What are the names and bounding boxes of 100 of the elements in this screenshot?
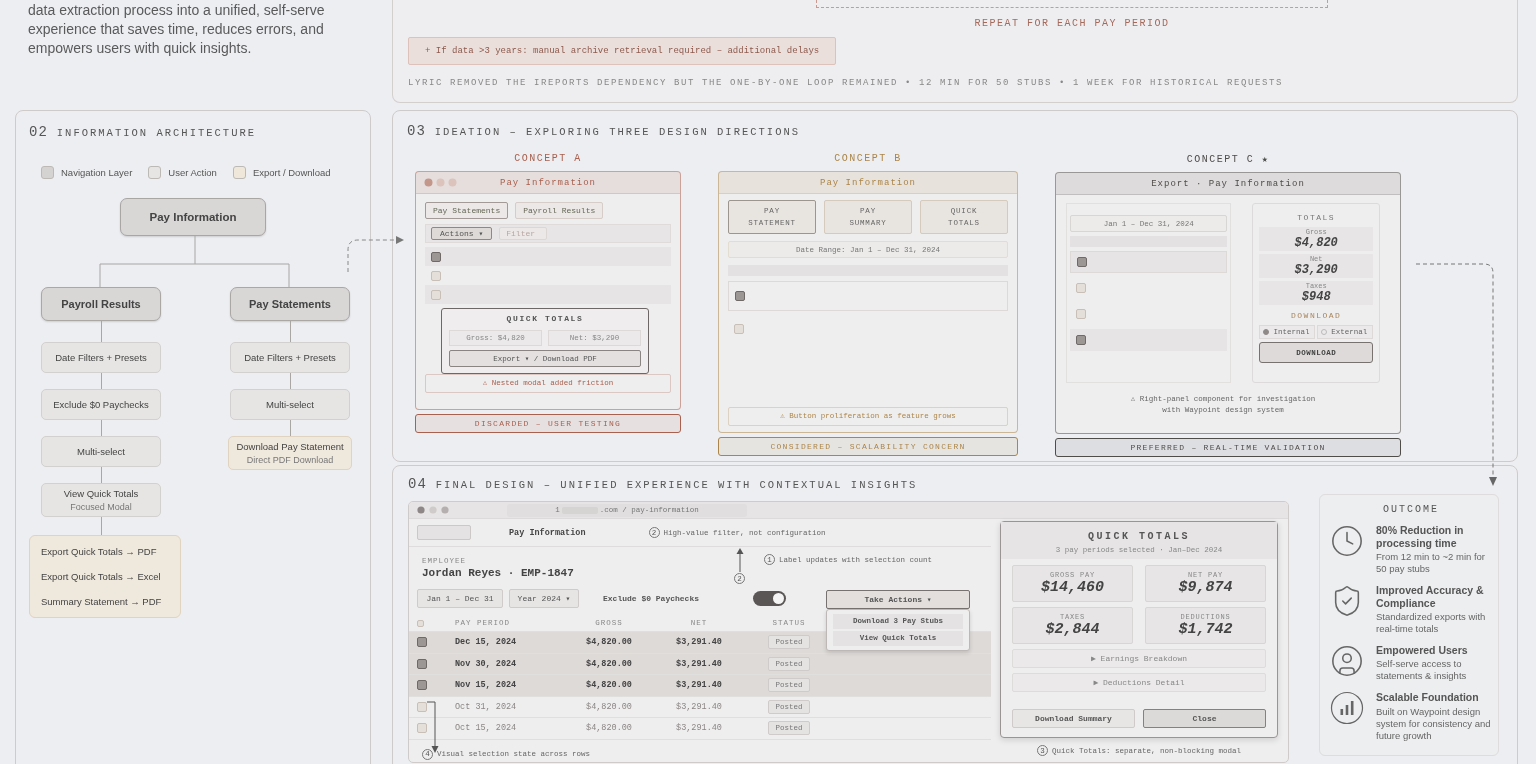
root-node: Pay Information [120,198,266,236]
export-option: Summary Statement → PDF [41,596,169,607]
node-label: Exclude $0 Paychecks [53,399,149,410]
toggle-switch[interactable] [753,590,786,606]
window-title: Pay Information [820,177,916,188]
outcome-title: OUTCOME [1382,504,1440,515]
expandable-section[interactable]: ▶ Earnings Breakdown [1012,649,1266,668]
checkbox[interactable] [431,289,441,300]
concept-status: DISCARDED – USER TESTING [415,414,681,433]
table-cell-text: Oct 15, 2024 [454,723,518,734]
actions-button[interactable]: Actions ▾ [431,227,493,240]
node-sublabel: Direct PDF Download [246,455,334,465]
totals-heading: TOTALS [1296,213,1337,222]
filter-button[interactable]: Jan 1 – Dec 31 [417,588,503,608]
node-sublabel: Focused Modal [70,502,132,512]
table-cell-text: $3,291.40 [675,658,723,669]
checkbox[interactable] [417,637,427,648]
employee-name: Jordan Reyes · EMP-1847 [422,567,574,579]
section-title: IDEATION – EXPLORING THREE DESIGN DIRECTIONS [434,126,801,138]
tab[interactable]: Payroll Results [515,202,604,219]
outcome-heading: Improved Accuracy & Compliance [1376,583,1485,610]
checkbox[interactable] [1076,283,1086,293]
node-label: Multi-select [76,446,125,457]
toggle-label: Exclude $0 Paychecks [603,593,699,603]
total-value: $4,820 [1294,236,1338,250]
user-icon [1330,643,1364,678]
concept-status: CONSIDERED – SCALABILITY CONCERN [718,437,1018,456]
table-cell-text: Oct 31, 2024 [454,701,518,712]
checkbox[interactable] [417,680,427,691]
process-note: + If data >3 years: manual archive retrieval required – additional delays [408,37,837,65]
stat-value: $2,844 [1045,621,1100,638]
table-cell-text: $3,291.40 [675,701,723,712]
concept-label: CONCEPT A [513,153,583,164]
outcome-text: Built on Waypoint design system for consistency and future growth [1376,705,1492,742]
app-title: Pay Information [509,527,586,538]
table-cell-text: $4,820.00 [585,680,633,691]
filter-button[interactable]: Year 2024 ▾ [509,588,579,608]
node-label: Multi-select [265,399,314,410]
tab[interactable]: Pay Statements [425,202,509,219]
checkbox[interactable] [431,270,441,281]
table-cell-text: $4,820.00 [585,658,633,669]
node-label: Date Filters + Presets [244,352,336,363]
modal-title: QUICK TOTALS [505,313,585,325]
outcome-text: Standardized exports with real-time totals [1376,611,1487,635]
export-option: Export Quick Totals → PDF [41,546,169,557]
section-number: 02 [29,124,48,140]
node-label: Download Pay Statement [236,441,344,452]
total-value: $3,290 [1294,263,1338,277]
nav-node: Pay Statements [230,287,350,321]
table-cell-text: $4,820.00 [585,637,633,648]
legend-label: User Action [168,167,217,178]
table-cell-text: $3,291.40 [675,680,723,691]
logo-placeholder[interactable] [417,525,471,540]
select-all-checkbox[interactable] [417,619,424,627]
section-title: INFORMATION ARCHITECTURE [56,127,257,139]
node-label: Date Filters + Presets [55,352,147,363]
stat-value: $14,460 [1041,579,1104,596]
dashed-arrow [347,236,404,273]
concept-label: CONCEPT B [833,153,903,164]
window-title: Pay Information [500,177,596,188]
secondary-button[interactable]: Download Summary [1012,709,1135,728]
process-summary: LYRIC REMOVED THE IREPORTS DEPENDENCY BUT THE ONE-BY-ONE LOOP REMAINED • 12 MIN FOR 50 STUBS • 1 WEEK FOR HISTORICAL REQUESTS [408,78,1284,88]
outcome-heading: Scalable Foundation [1376,691,1480,704]
checkbox[interactable] [735,291,745,301]
section-title: FINAL DESIGN – UNIFIED EXPERIENCE WITH CONTEXTUAL INSIGHTS [435,479,918,491]
actions-button[interactable]: Take Actions ▾ [826,589,970,609]
table-cell-text: Dec 15, 2024 [454,637,518,648]
export-option: Export Quick Totals → Excel [41,571,169,582]
table-cell-text: $3,291.40 [675,723,723,734]
loop-label: REPEAT FOR EACH PAY PERIOD [973,18,1171,29]
modal-title: QUICK TOTALS [1088,531,1190,542]
outcome-text: From 12 min to ~2 min for 50 pay stubs [1376,551,1487,575]
checkbox[interactable] [734,324,744,334]
stat-value: $1,742 [1178,621,1233,638]
outcome-text: Self-serve access to statements & insights [1376,658,1468,683]
checkbox[interactable] [1077,257,1087,267]
checkbox[interactable] [1076,335,1086,345]
section-number: 03 [407,123,426,139]
outcome-heading: Empowered Users [1376,643,1469,657]
filter-field[interactable]: Filter [499,227,548,240]
legend-label: Navigation Layer [61,167,133,178]
table-cell-text: $4,820.00 [585,723,633,734]
download-heading: DOWNLOAD [1290,311,1343,320]
node-label: View Quick Totals [63,488,139,499]
legend-label: Export / Download [252,167,331,178]
intro-paragraph: data extraction process into a unified, self-serve experience that saves time, reduces errors, and empowers users with quick insights. [28,1,326,58]
checkbox[interactable] [417,658,427,669]
window-title: Export · Pay Information [1151,178,1305,189]
outcome-heading: 80% Reduction in processing time [1376,524,1465,550]
concept-status: PREFERRED – REAL-TIME VALIDATION [1055,438,1401,457]
checkbox[interactable] [1076,309,1086,319]
checkbox[interactable] [417,701,427,712]
bar-chart-icon [1330,691,1364,726]
window-controls-icon [424,178,458,187]
section-number: 04 [408,476,427,492]
checkbox[interactable] [417,723,427,734]
concept-label: CONCEPT C ★ [1185,153,1271,165]
expandable-section[interactable]: ▶ Deductions Detail [1012,673,1266,692]
primary-button[interactable]: Close [1143,709,1266,728]
checkbox[interactable] [431,251,441,262]
